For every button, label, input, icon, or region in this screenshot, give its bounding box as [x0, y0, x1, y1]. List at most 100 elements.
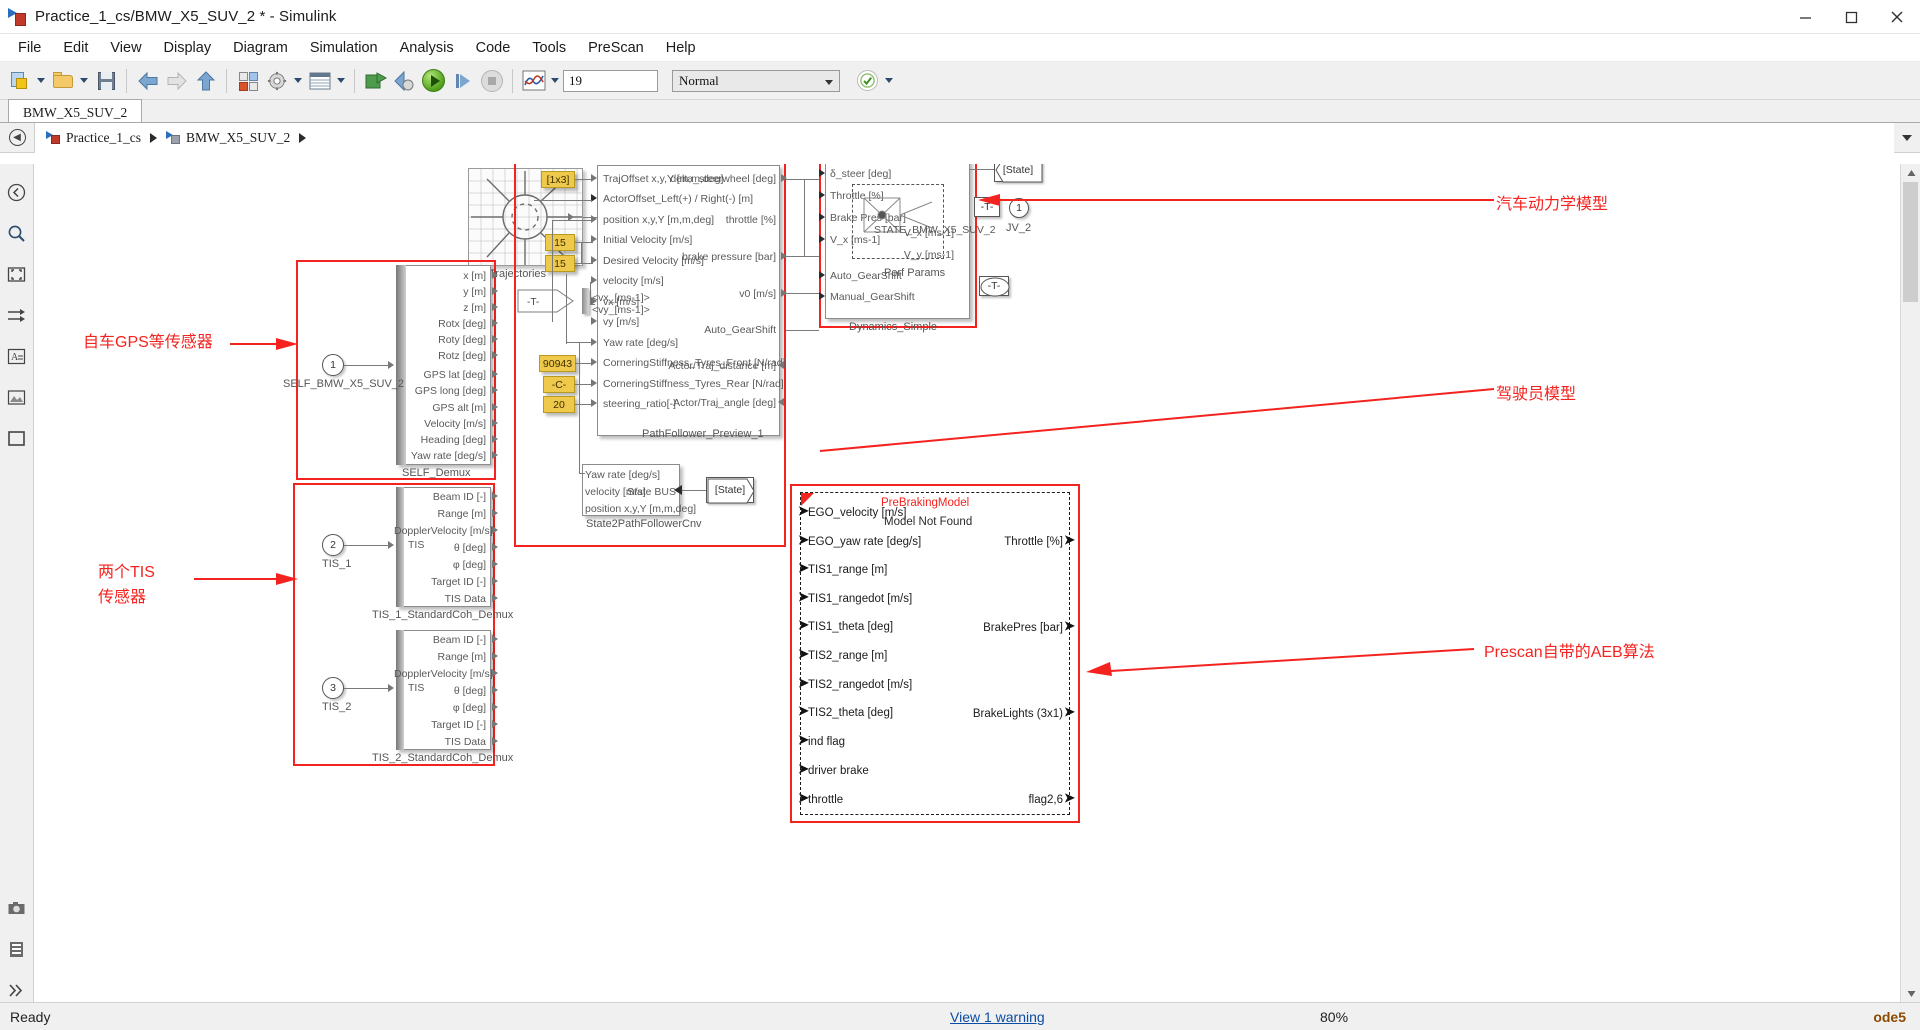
forward-button[interactable] — [163, 67, 190, 94]
inport-tis-2[interactable]: 3 — [322, 677, 344, 699]
menu-display[interactable]: Display — [153, 37, 223, 59]
constant-block[interactable]: [1x3] — [541, 171, 575, 188]
port-label: TIS Data — [444, 593, 486, 605]
port-label: Velocity [m/s] — [424, 418, 486, 430]
port-label: throttle — [808, 794, 844, 806]
new-model-button[interactable] — [6, 67, 33, 94]
stop-button[interactable] — [478, 67, 505, 94]
constant-block[interactable]: 90943 — [539, 355, 576, 372]
arrowhead-icon — [819, 169, 825, 177]
step-forward-button[interactable] — [449, 67, 476, 94]
menu-simulation[interactable]: Simulation — [299, 37, 389, 59]
menu-analysis[interactable]: Analysis — [389, 37, 465, 59]
menu-bar: File Edit View Display Diagram Simulatio… — [0, 34, 1920, 62]
scroll-down-button[interactable] — [1901, 984, 1920, 1002]
minimize-button[interactable] — [1782, 0, 1828, 34]
open-model-dropdown-icon[interactable] — [78, 67, 90, 94]
mux-bar[interactable] — [582, 288, 589, 314]
palette-camera[interactable] — [5, 896, 29, 920]
input-port-icon: ➤ — [798, 675, 809, 690]
palette-text-annotation[interactable]: A — [5, 344, 29, 368]
new-model-dropdown-icon[interactable] — [35, 67, 47, 94]
port-label: BrakeLights (3x1) — [972, 708, 1063, 720]
palette-zoom[interactable] — [5, 221, 29, 245]
palette-fit-to-view[interactable] — [5, 262, 29, 286]
port-label: GPS alt [m] — [432, 402, 486, 414]
close-button[interactable] — [1874, 0, 1920, 34]
breadcrumb-item-practice-1-cs[interactable]: Practice_1_cs — [43, 130, 144, 146]
inport-tis-1[interactable]: 2 — [322, 534, 344, 556]
simulation-data-inspector-button[interactable] — [520, 67, 547, 94]
scrollbar-thumb[interactable] — [1903, 182, 1918, 302]
navigate-back-button[interactable]: ◀ — [0, 123, 34, 153]
model-configuration-dropdown-icon[interactable] — [292, 67, 304, 94]
back-button[interactable] — [134, 67, 161, 94]
window-title: Practice_1_cs/BMW_X5_SUV_2 * - Simulink — [35, 8, 337, 25]
wire — [579, 342, 580, 473]
model-configuration-button[interactable] — [263, 67, 290, 94]
dynamics-perf-params-label: Perf Params — [884, 267, 946, 279]
breadcrumb-separator-icon — [149, 132, 157, 143]
menu-view[interactable]: View — [99, 37, 152, 59]
menu-file[interactable]: File — [7, 37, 52, 59]
status-zoom-level[interactable]: 80% — [1320, 1009, 1348, 1025]
update-model-button[interactable] — [362, 67, 389, 94]
constant-block[interactable]: 15 — [545, 234, 575, 251]
transform-block-t-2[interactable]: -T- — [979, 276, 1010, 297]
menu-prescan[interactable]: PreScan — [577, 37, 655, 59]
sdi-dropdown-icon[interactable] — [549, 67, 561, 94]
subsystem-icon — [165, 130, 181, 145]
stop-time-input[interactable] — [563, 69, 658, 92]
check-model-button[interactable] — [854, 67, 881, 94]
block-label-state2pathfollowercnv: State2PathFollowerCnv — [586, 518, 702, 530]
up-to-parent-button[interactable] — [192, 67, 219, 94]
port-label: vy [m/s] — [603, 316, 640, 328]
goto-block-state[interactable]: [State] — [994, 164, 1043, 183]
goto-tag-label: [State] — [1002, 164, 1034, 176]
palette-more[interactable] — [5, 978, 29, 1002]
menu-code[interactable]: Code — [465, 37, 522, 59]
run-button[interactable] — [420, 67, 447, 94]
constant-block[interactable]: -C- — [543, 376, 575, 393]
palette-signal-route[interactable] — [5, 303, 29, 327]
scroll-up-button[interactable] — [1901, 164, 1920, 182]
open-model-button[interactable] — [49, 67, 76, 94]
palette-log[interactable] — [5, 937, 29, 961]
menu-tools[interactable]: Tools — [521, 37, 577, 59]
from-block-state[interactable]: [State] — [706, 477, 755, 504]
palette-area[interactable] — [5, 426, 29, 450]
canvas-vertical-scrollbar[interactable] — [1900, 164, 1920, 1002]
constant-block[interactable]: 20 — [543, 396, 575, 413]
input-port-icon: ➤ — [798, 589, 809, 604]
annotation-gps-sensor: 自车GPS等传感器 — [83, 334, 213, 351]
simulink-canvas[interactable]: Trajectories SELF_Demux 1 SELF_BMW_X5_SU… — [34, 164, 1900, 1002]
save-button[interactable] — [92, 67, 119, 94]
arrowhead-icon — [492, 419, 498, 427]
inport-self-bmw-x5-suv-2[interactable]: 1 — [322, 354, 344, 376]
maximize-button[interactable] — [1828, 0, 1874, 34]
model-explorer-button[interactable] — [306, 67, 333, 94]
menu-help[interactable]: Help — [655, 37, 707, 59]
breadcrumb-collapse-button[interactable] — [1894, 123, 1920, 153]
breadcrumb-item-bmw-x5-suv-2[interactable]: BMW_X5_SUV_2 — [163, 130, 293, 146]
simulation-mode-select[interactable]: Normal — [672, 69, 840, 92]
input-port-icon: ➤ — [798, 790, 809, 805]
status-warning-link[interactable]: View 1 warning — [950, 1009, 1045, 1025]
transform-block-t-1[interactable]: -T- — [974, 197, 1000, 217]
outport-jv-2[interactable]: 1 — [1009, 198, 1029, 218]
menu-edit[interactable]: Edit — [52, 37, 99, 59]
check-model-dropdown-icon[interactable] — [883, 67, 895, 94]
palette-image-annotation[interactable] — [5, 385, 29, 409]
wire — [682, 490, 706, 491]
constant-block[interactable]: 15 — [545, 255, 575, 272]
wire — [575, 179, 593, 180]
port-label: Yaw rate [deg/s] — [603, 337, 679, 349]
fast-restart-button[interactable] — [391, 67, 418, 94]
library-browser-button[interactable] — [234, 67, 261, 94]
canvas-palette: A — [0, 164, 34, 1002]
tab-bmw-x5-suv-2[interactable]: BMW_X5_SUV_2 — [8, 99, 143, 122]
inport-label: 3 — [330, 682, 336, 694]
model-explorer-dropdown-icon[interactable] — [335, 67, 347, 94]
menu-diagram[interactable]: Diagram — [222, 37, 299, 59]
palette-hide-explorer[interactable] — [5, 180, 29, 204]
